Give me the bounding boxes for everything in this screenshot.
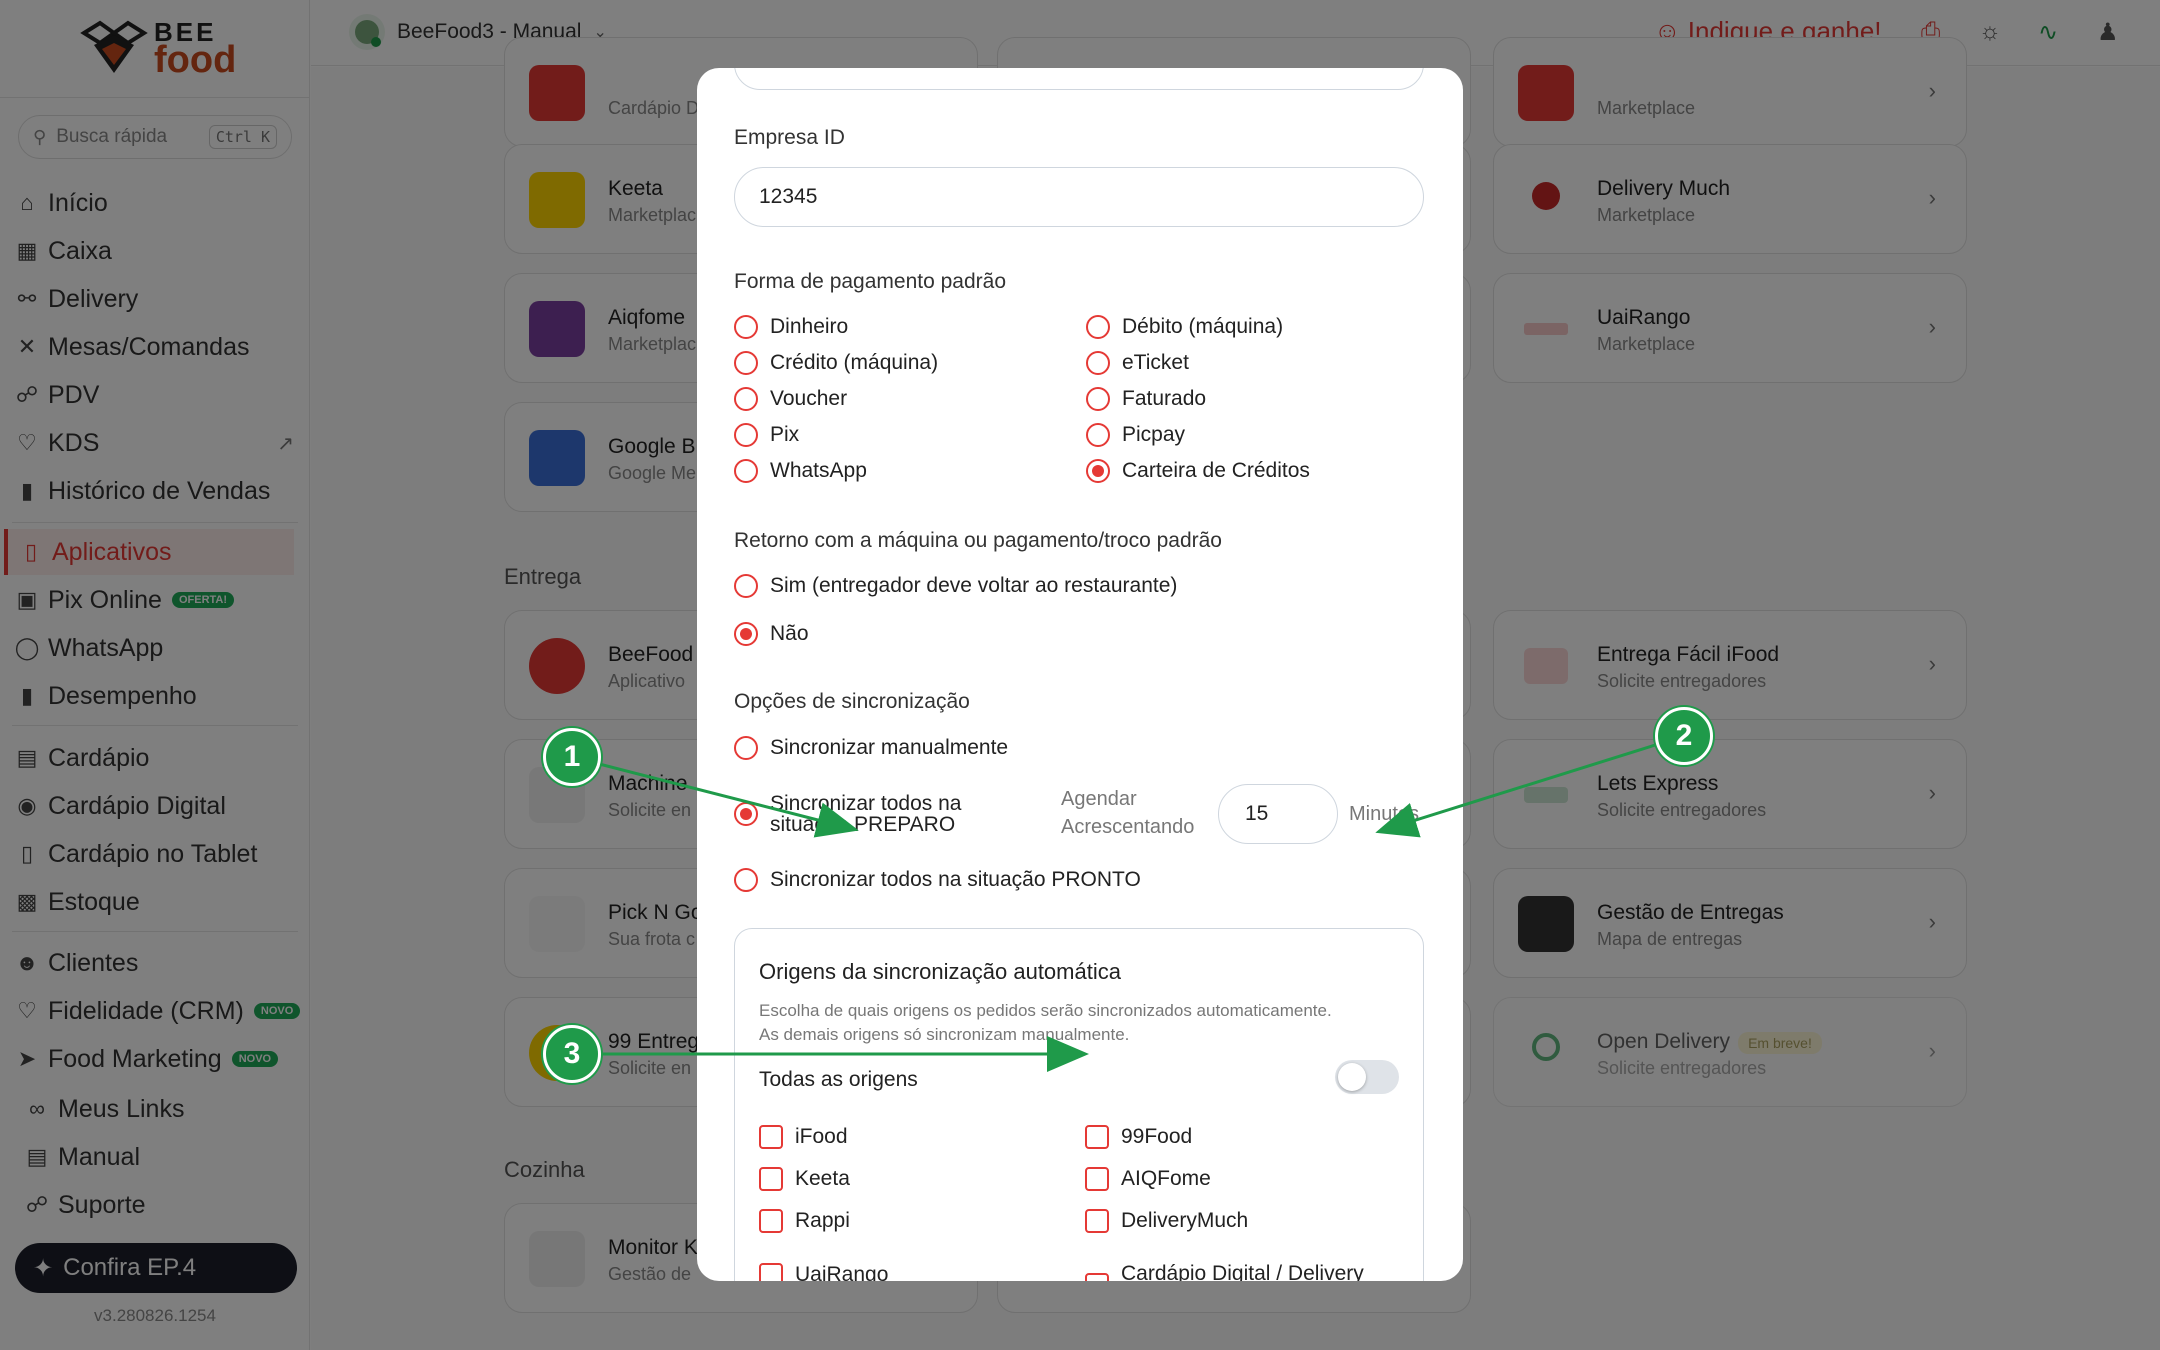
radio-label: Débito (máquina) [1122,315,1284,338]
radio-label: WhatsApp [770,459,867,482]
previous-field[interactable] [734,68,1424,90]
radio-label: Sincronizar manualmente [770,736,1009,759]
radio-label: Carteira de Créditos [1122,459,1310,482]
radio-label: Pix [770,423,800,446]
radio-label: Sincronizar todos na situação PREPARO [770,793,961,835]
checkbox-box [759,1167,783,1191]
origins-desc-line2: As demais origens só sincronizam manualm… [759,1025,1130,1044]
sync-radio-pronto[interactable]: Sincronizar todos na situação PRONTO [734,868,1141,892]
checkbox-label: iFood [795,1125,848,1148]
checkbox-box [1085,1167,1109,1191]
origins-desc-line1: Escolha de quais origens os pedidos serã… [759,1001,1332,1020]
sync-preparo-line2: situação PREPARO [770,813,956,836]
radio-circle [734,574,758,598]
checkbox-box [759,1125,783,1149]
radio-circle-selected [1086,459,1110,483]
checkbox-label: Rappi [795,1209,850,1232]
radio-label: Picpay [1122,423,1186,446]
sync-radio-manual[interactable]: Sincronizar manualmente [734,736,1008,760]
origin-checkbox-keeta[interactable]: Keeta [759,1167,850,1191]
schedule-label-line1: Agendar [1061,788,1137,810]
schedule-minutes-input[interactable]: 15 [1218,784,1338,844]
schedule-label: Agendar Acrescentando [1061,785,1194,841]
checkbox-label: Keeta [795,1167,850,1190]
payment-radio-credito[interactable]: Crédito (máquina) [734,351,938,375]
origin-checkbox-deliverymuch[interactable]: DeliveryMuch [1085,1209,1248,1233]
payment-radio-eticket[interactable]: eTicket [1086,351,1189,375]
empresa-id-label: Empresa ID [734,126,845,149]
origin-checkbox-99food[interactable]: 99Food [1085,1125,1192,1149]
checkbox-box [759,1263,783,1281]
origin-checkbox-ifood[interactable]: iFood [759,1125,848,1149]
checkbox-label: AIQFome [1121,1167,1211,1190]
sync-preparo-line1: Sincronizar todos na [770,792,962,815]
radio-circle [1086,315,1110,339]
schedule-minutes-value: 15 [1245,802,1269,825]
auto-sync-origins-panel: Origens da sincronização automática Esco… [734,928,1424,1281]
origin-checkbox-rappi[interactable]: Rappi [759,1209,850,1233]
checkbox-label: DeliveryMuch [1121,1209,1249,1232]
radio-label: Sincronizar todos na situação PRONTO [770,868,1141,891]
payment-radio-faturado[interactable]: Faturado [1086,387,1206,411]
radio-circle [734,387,758,411]
radio-label: eTicket [1122,351,1189,374]
radio-circle [734,459,758,483]
radio-circle [1086,387,1110,411]
integration-settings-modal: Empresa ID 12345 Forma de pagamento padr… [697,68,1463,1281]
return-label: Retorno com a máquina ou pagamento/troco… [734,529,1222,552]
checkbox-label: Cardápio Digital / Delivery [1121,1262,1364,1281]
checkbox-label: 99Food [1121,1125,1193,1148]
radio-circle [1086,423,1110,447]
payment-radio-voucher[interactable]: Voucher [734,387,847,411]
payment-radio-whatsapp[interactable]: WhatsApp [734,459,867,483]
sync-radio-preparo[interactable]: Sincronizar todos na situação PREPARO [734,793,961,835]
checkbox-box [1085,1125,1109,1149]
payment-radio-pix[interactable]: Pix [734,423,799,447]
checkbox-label: UaiRango [795,1263,889,1281]
checkbox-box [1085,1209,1109,1233]
radio-circle [734,868,758,892]
radio-label: Voucher [770,387,848,410]
radio-label: Não [770,622,809,645]
radio-circle-selected [734,622,758,646]
radio-circle [734,423,758,447]
radio-circle [734,736,758,760]
payment-radio-carteira[interactable]: Carteira de Créditos [1086,459,1310,483]
radio-circle [734,315,758,339]
return-radio-sim[interactable]: Sim (entregador deve voltar ao restauran… [734,574,1177,598]
empresa-id-value: 12345 [759,185,818,208]
schedule-label-line2: Acrescentando [1061,816,1195,838]
origin-checkbox-uairango[interactable]: UaiRango [759,1263,888,1281]
payment-radio-picpay[interactable]: Picpay [1086,423,1185,447]
empresa-id-input[interactable]: 12345 [734,167,1424,227]
radio-label: Sim (entregador deve voltar ao restauran… [770,574,1178,597]
sync-options-label: Opções de sincronização [734,690,970,713]
radio-label: Dinheiro [770,315,849,338]
all-origins-label: Todas as origens [759,1068,918,1091]
annotation-marker-2: 2 [1655,707,1713,765]
return-radio-nao[interactable]: Não [734,622,809,646]
annotation-marker-3: 3 [543,1025,601,1083]
radio-label: Crédito (máquina) [770,351,939,374]
origin-checkbox-cardapio-digital[interactable]: Cardápio Digital / Delivery [1085,1251,1364,1281]
radio-circle [1086,351,1110,375]
checkbox-box [1085,1273,1109,1281]
origin-checkbox-aiqfome[interactable]: AIQFome [1085,1167,1211,1191]
radio-circle-selected [734,802,758,826]
all-origins-toggle[interactable] [1335,1060,1399,1094]
origins-description: Escolha de quais origens os pedidos serã… [759,999,1399,1047]
checkbox-box [759,1209,783,1233]
origins-title: Origens da sincronização automática [759,959,1121,984]
minutes-unit-label: Minutos [1349,803,1420,825]
radio-circle [734,351,758,375]
payment-method-label: Forma de pagamento padrão [734,270,1007,293]
payment-radio-dinheiro[interactable]: Dinheiro [734,315,848,339]
annotation-marker-1: 1 [543,728,601,786]
payment-radio-debito[interactable]: Débito (máquina) [1086,315,1283,339]
radio-label: Faturado [1122,387,1207,410]
